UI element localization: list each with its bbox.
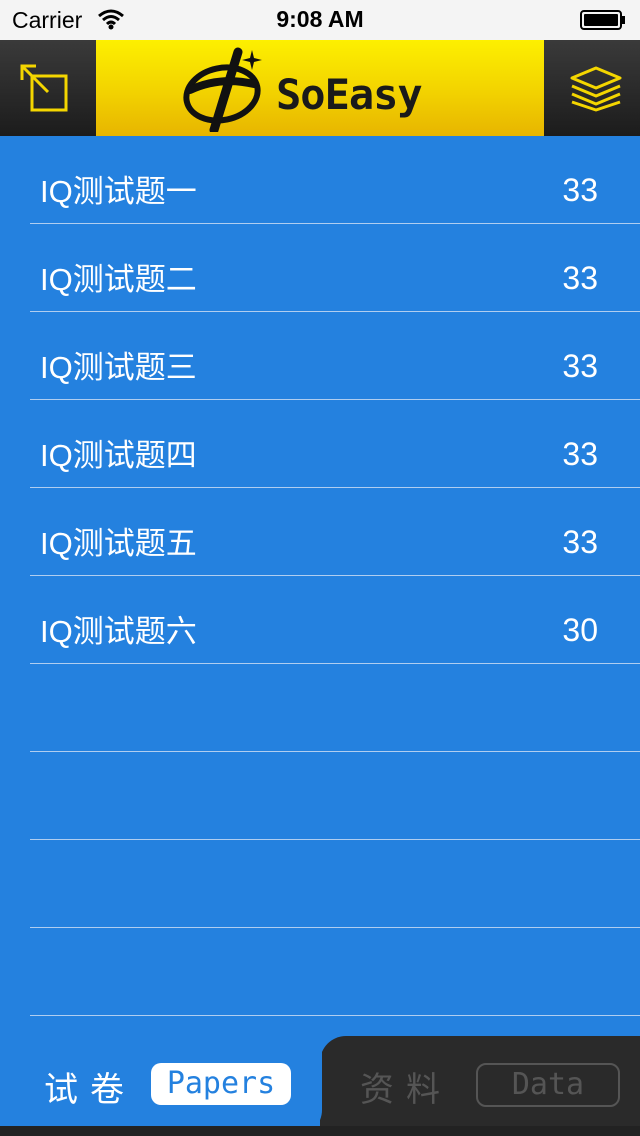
battery-icon (580, 10, 625, 30)
status-time: 9:08 AM (276, 6, 364, 32)
item-title: IQ测试题五 (40, 526, 197, 561)
item-title: IQ测试题一 (40, 174, 197, 209)
tab-bar: 资料 Data 试卷 Papers (0, 1032, 640, 1136)
row-divider (30, 1015, 640, 1016)
layers-button[interactable] (544, 40, 640, 136)
tab-data-en-label: Data (476, 1063, 620, 1107)
list-item[interactable]: IQ测试题四 33 (0, 400, 640, 488)
layers-icon (570, 66, 622, 112)
list-item[interactable]: IQ测试题六 30 (0, 576, 640, 664)
tab-papers-cn-label: 试卷 (44, 1071, 136, 1109)
status-bar: Carrier 9:08 AM (0, 0, 640, 40)
empty-row (0, 840, 640, 928)
item-title: IQ测试题六 (40, 614, 197, 649)
item-title: IQ测试题二 (40, 262, 197, 297)
item-count: 33 (562, 524, 598, 560)
empty-row (0, 928, 640, 1016)
paper-list: IQ测试题一 33 IQ测试题二 33 IQ测试题三 33 IQ测试题四 33 … (0, 136, 640, 1016)
app-header: SoEasy (0, 40, 640, 136)
list-item[interactable]: IQ测试题二 33 (0, 224, 640, 312)
item-count: 33 (562, 260, 598, 296)
bottom-strip (0, 1126, 640, 1136)
item-count: 30 (562, 612, 598, 648)
list-item[interactable]: IQ测试题三 33 (0, 312, 640, 400)
tab-papers[interactable]: 试卷 Papers (0, 1032, 322, 1136)
expand-icon (20, 64, 68, 112)
item-count: 33 (562, 348, 598, 384)
expand-button[interactable] (0, 40, 96, 136)
item-count: 33 (562, 436, 598, 472)
empty-row (0, 664, 640, 752)
list-item[interactable]: IQ测试题一 33 (0, 136, 640, 224)
item-title: IQ测试题四 (40, 438, 197, 473)
logo-text: SoEasy (276, 70, 423, 119)
tab-papers-en-label: Papers (151, 1063, 291, 1105)
list-item[interactable]: IQ测试题五 33 (0, 488, 640, 576)
logo-banner: SoEasy (96, 40, 544, 136)
item-count: 33 (562, 172, 598, 208)
tab-data-cn-label: 资料 (360, 1071, 452, 1109)
empty-row (0, 752, 640, 840)
item-title: IQ测试题三 (40, 350, 197, 385)
logo-icon (183, 47, 262, 132)
tab-data[interactable]: 资料 Data (320, 1036, 640, 1136)
